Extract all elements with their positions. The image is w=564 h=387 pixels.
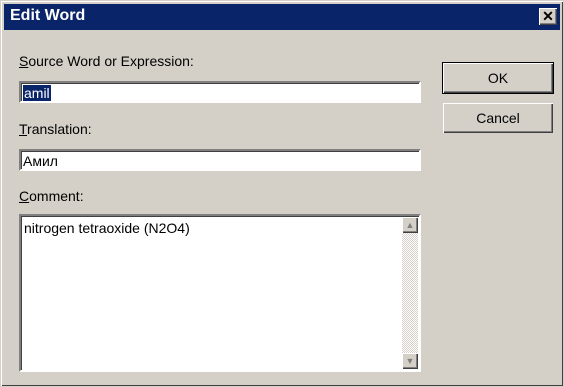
comment-scrollbar[interactable]: ▲ ▼ bbox=[402, 217, 418, 369]
source-word-input[interactable]: amil bbox=[19, 81, 421, 103]
comment-textarea[interactable]: nitrogen tetraoxide (N2O4) ▲ ▼ bbox=[19, 214, 421, 372]
translation-value: Амил bbox=[23, 153, 58, 169]
translation-input[interactable]: Амил bbox=[19, 149, 421, 171]
close-icon[interactable]: ✕ bbox=[539, 8, 557, 25]
scroll-up-icon[interactable]: ▲ bbox=[402, 217, 418, 233]
comment-value: nitrogen tetraoxide (N2O4) bbox=[24, 220, 190, 236]
dialog-title: Edit Word bbox=[10, 7, 86, 24]
ok-button[interactable]: OK bbox=[442, 62, 554, 94]
title-bar[interactable]: Edit Word ✕ bbox=[4, 4, 560, 30]
cancel-button[interactable]: Cancel bbox=[443, 103, 553, 133]
translation-label: Translation: bbox=[19, 121, 92, 137]
comment-label: Comment: bbox=[19, 188, 84, 204]
edit-word-dialog: Edit Word ✕ Source Word or Expression: a… bbox=[0, 0, 564, 387]
scroll-down-icon[interactable]: ▼ bbox=[402, 353, 418, 369]
source-word-value: amil bbox=[23, 85, 51, 101]
source-word-label: Source Word or Expression: bbox=[19, 53, 194, 69]
